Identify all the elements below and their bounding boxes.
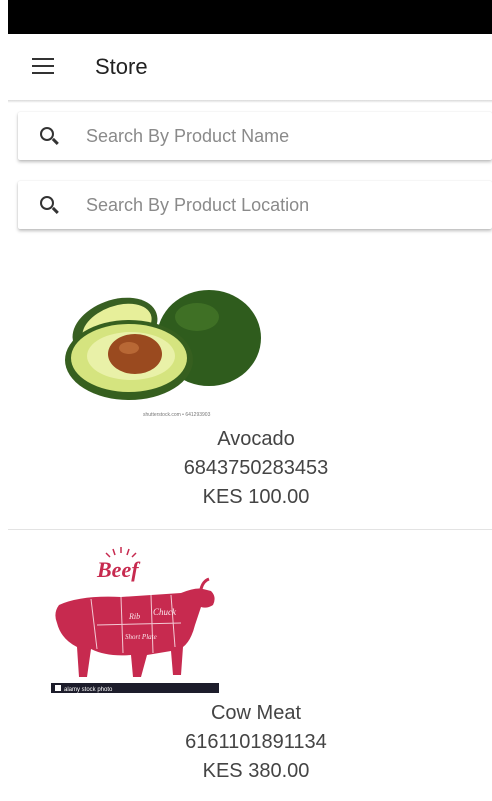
beef-image-watermark: alamy stock photo — [64, 687, 113, 693]
avocado-image: shutterstock.com • 641293903 — [57, 272, 269, 420]
page-margin — [0, 0, 8, 801]
beef-cuts-image: Beef Chuck Rib Short Plate alamy stock p… — [51, 543, 219, 693]
product-code: 6161101891134 — [185, 731, 327, 753]
page-title: Store — [95, 54, 148, 79]
card-divider — [8, 529, 492, 530]
product-location-search-input[interactable] — [84, 193, 468, 217]
product-code: 6843750283453 — [183, 457, 329, 479]
beef-label-rib: Rib — [128, 612, 140, 621]
product-price: KES 100.00 — [202, 486, 310, 508]
search-icon — [40, 127, 59, 145]
app-bar-shadow — [8, 100, 492, 103]
product-name: Avocado — [217, 428, 295, 450]
app-bar: Store — [8, 34, 492, 100]
avocado-image-caption: shutterstock.com • 641293903 — [143, 412, 211, 418]
product-location-search[interactable] — [18, 181, 492, 229]
beef-title: Beef — [96, 557, 141, 582]
product-card-cow-meat[interactable]: Beef Chuck Rib Short Plate alamy stock p… — [35, 533, 477, 801]
product-price: KES 380.00 — [202, 760, 310, 782]
product-name-search-input[interactable] — [84, 124, 468, 148]
status-bar — [8, 0, 492, 34]
product-name-search[interactable] — [18, 112, 492, 160]
product-card-avocado[interactable]: shutterstock.com • 641293903 Avocado 684… — [35, 252, 477, 528]
product-name: Cow Meat — [210, 702, 302, 724]
beef-label-chuck: Chuck — [153, 607, 177, 617]
beef-label-short-plate: Short Plate — [125, 633, 157, 641]
menu-icon[interactable] — [32, 58, 54, 74]
search-icon — [40, 196, 59, 214]
